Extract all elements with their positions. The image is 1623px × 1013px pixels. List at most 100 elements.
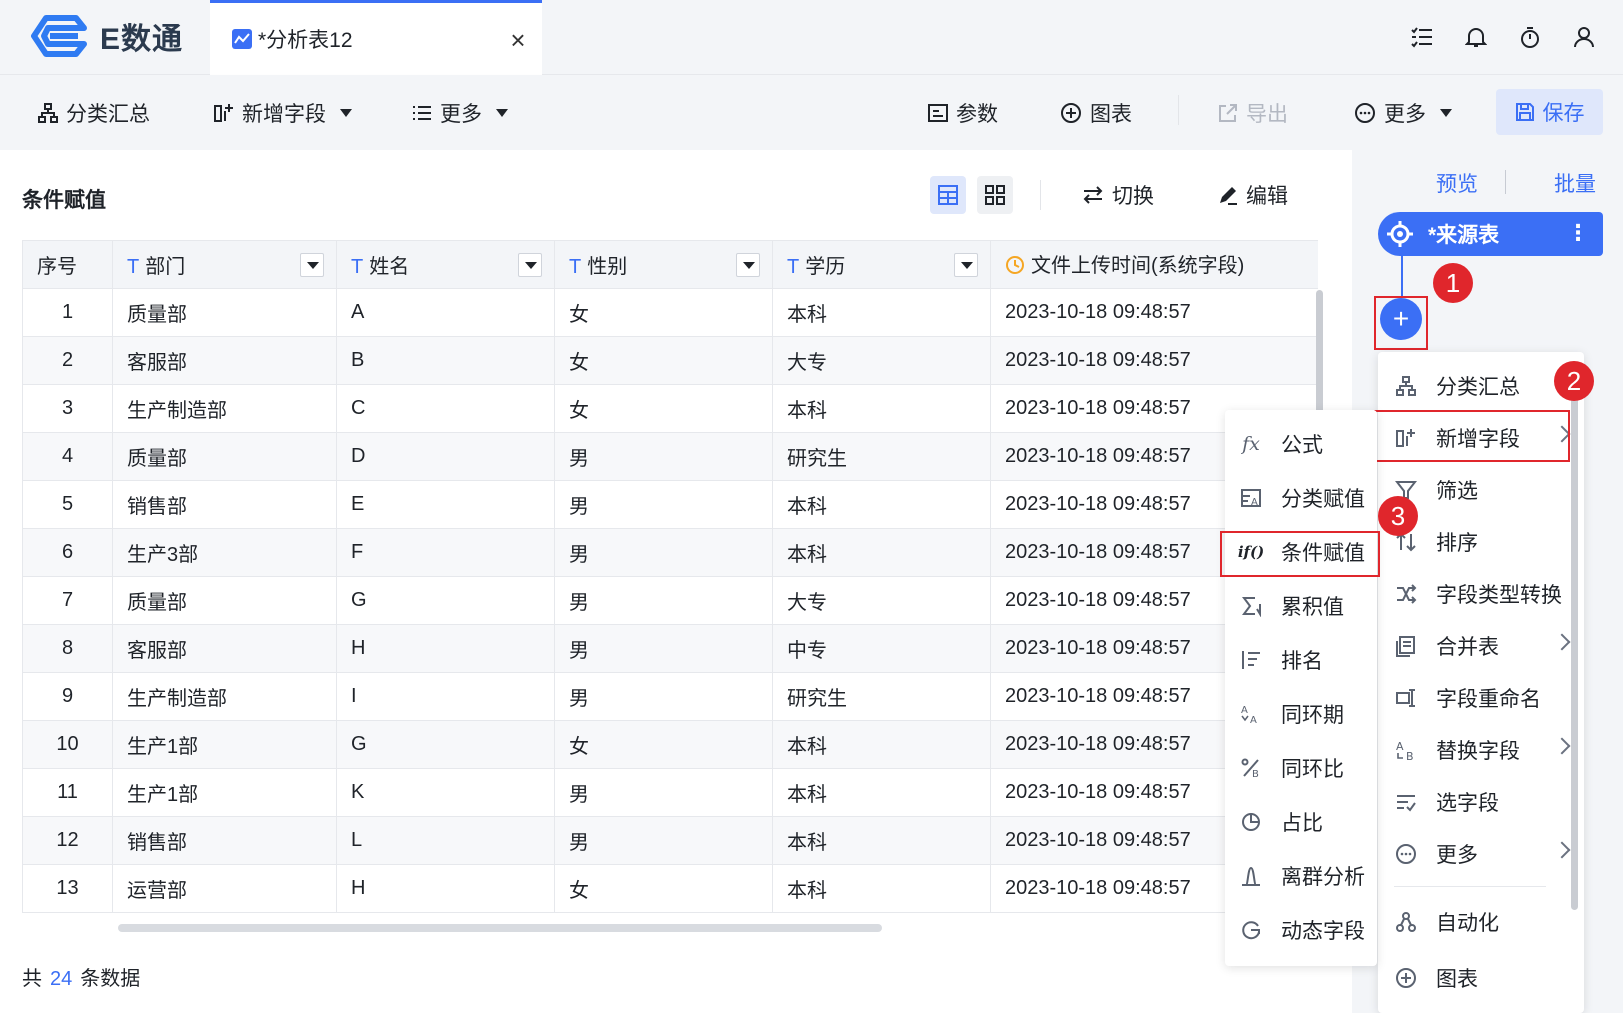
table-cell: 9	[22, 672, 113, 721]
submenu-item[interactable]: 排名	[1225, 634, 1377, 686]
params-button[interactable]: 参数	[928, 75, 998, 150]
submenu-item[interactable]: fx 公式	[1225, 418, 1377, 470]
group-summary-button[interactable]: 分类汇总	[38, 75, 150, 150]
table-cell: B	[336, 336, 555, 385]
submenu-item[interactable]: B 同环比	[1225, 742, 1377, 794]
text-type-icon: T	[569, 256, 582, 278]
automation-icon	[1394, 910, 1418, 934]
table-row[interactable]: 1 质量部 A 女本科 2023-10-18 09:48:57	[22, 288, 1318, 337]
table-row[interactable]: 8 客服部 H 男中专 2023-10-18 09:48:57	[22, 624, 1318, 673]
op-menu-item[interactable]: 自动化	[1378, 896, 1584, 948]
edit-button[interactable]: 编辑	[1218, 176, 1288, 214]
bell-icon[interactable]	[1461, 22, 1491, 52]
export-button[interactable]: 导出	[1218, 75, 1288, 150]
preview-link[interactable]: 预览	[1436, 168, 1478, 198]
divider	[1505, 170, 1506, 194]
close-icon[interactable]: ×	[504, 25, 532, 56]
table-row[interactable]: 9 生产制造部 I 男研究生 2023-10-18 09:48:57	[22, 672, 1318, 721]
chevron-right-icon	[1553, 841, 1571, 859]
logo-text: E数通	[100, 23, 184, 56]
swap-icon	[1083, 186, 1103, 204]
submenu-item[interactable]: A 分类赋值	[1225, 472, 1377, 524]
user-icon[interactable]	[1569, 22, 1599, 52]
table-row[interactable]: 7 质量部 G 男大专 2023-10-18 09:48:57	[22, 576, 1318, 625]
table-cell: 男	[554, 432, 773, 481]
submenu-item[interactable]: 动态字段	[1225, 904, 1377, 956]
table-row[interactable]: 5 销售部 E 男本科 2023-10-18 09:48:57	[22, 480, 1318, 529]
table-cell: 男	[554, 816, 773, 865]
op-menu-item[interactable]: 分类汇总	[1378, 360, 1584, 412]
switch-button[interactable]: 切换	[1082, 176, 1154, 214]
more-right-button[interactable]: 更多	[1354, 75, 1452, 150]
table-cell: L	[336, 816, 555, 865]
submenu-item-label: 排名	[1281, 650, 1323, 673]
table-cell: 男	[554, 480, 773, 529]
table-row[interactable]: 12 销售部 L 男本科 2023-10-18 09:48:57	[22, 816, 1318, 865]
table-view-button[interactable]	[930, 176, 966, 214]
op-menu-item[interactable]: 图表	[1378, 952, 1584, 1004]
chart-label: 图表	[1090, 102, 1132, 126]
column-dropdown-button[interactable]	[300, 253, 324, 277]
plus-circle-icon	[1061, 102, 1081, 123]
switch-label: 切换	[1112, 185, 1154, 208]
op-menu-item[interactable]: 字段类型转换	[1378, 568, 1584, 620]
op-menu-item-label: 分类汇总	[1436, 376, 1520, 399]
op-menu-item-label: 图表	[1436, 968, 1478, 991]
op-menu-item[interactable]: 更多	[1378, 828, 1584, 880]
vertical-dots-icon[interactable]: ⋮	[1567, 220, 1589, 246]
submenu-item[interactable]: 占比	[1225, 796, 1377, 848]
table-cell: 运营部	[112, 864, 337, 913]
table-row[interactable]: 10 生产1部 G 女本科 2023-10-18 09:48:57	[22, 720, 1318, 769]
period-compare-icon: AA	[1239, 702, 1263, 726]
column-dropdown-button[interactable]	[736, 253, 760, 277]
submenu-item[interactable]: A A 同环期	[1225, 688, 1377, 740]
table-cell: 质量部	[112, 288, 337, 337]
timer-icon[interactable]	[1515, 22, 1545, 52]
chart-button[interactable]: 图表	[1060, 75, 1132, 150]
table-cell: 大专	[772, 336, 991, 385]
column-header-upload-time[interactable]: 文件上传时间(系统字段)	[990, 240, 1318, 289]
table-cell: 质量部	[112, 432, 337, 481]
op-menu-item[interactable]: A B 替换字段	[1378, 724, 1584, 776]
save-button[interactable]: 保存	[1496, 89, 1603, 135]
menu-scrollbar[interactable]	[1571, 362, 1578, 910]
submenu-item[interactable]: 离群分析	[1225, 850, 1377, 902]
source-table-node[interactable]: *来源表 ⋮	[1378, 212, 1603, 256]
column-header-education[interactable]: T 学历	[772, 240, 991, 289]
op-menu-item-label: 字段重命名	[1436, 688, 1541, 711]
list-icon[interactable]	[1407, 22, 1437, 52]
table-row[interactable]: 11 生产1部 K 男本科 2023-10-18 09:48:57	[22, 768, 1318, 817]
edit-label: 编辑	[1246, 185, 1288, 208]
toolbar: 分类汇总 新增字段 更多 参数 图表 导出 更多 保存	[0, 75, 1623, 150]
table-row[interactable]: 3 生产制造部 C 女本科 2023-10-18 09:48:57	[22, 384, 1318, 433]
svg-text:A: A	[1251, 497, 1258, 508]
table-view-icon	[938, 185, 958, 205]
op-menu-item[interactable]: 选字段	[1378, 776, 1584, 828]
tab-analysis-table[interactable]: *分析表12 ×	[210, 0, 542, 75]
horizontal-scrollbar[interactable]	[118, 924, 882, 932]
batch-link[interactable]: 批量	[1554, 168, 1596, 198]
add-field-button[interactable]: 新增字段	[214, 75, 352, 150]
column-header-gender[interactable]: T 性别	[554, 240, 773, 289]
table-cell: 女	[554, 720, 773, 769]
column-header-index[interactable]: 序号	[22, 240, 113, 289]
table-row[interactable]: 13 运营部 H 女本科 2023-10-18 09:48:57	[22, 864, 1318, 913]
column-header-dept[interactable]: T 部门	[112, 240, 337, 289]
record-count-suffix: 条数据	[80, 968, 141, 990]
table-row[interactable]: 6 生产3部 F 男本科 2023-10-18 09:48:57	[22, 528, 1318, 577]
submenu-item[interactable]: 累积值	[1225, 580, 1377, 632]
op-menu-item[interactable]: 合并表	[1378, 620, 1584, 672]
op-menu-item[interactable]: 字段重命名	[1378, 672, 1584, 724]
text-type-icon: T	[127, 256, 140, 278]
grid-view-button[interactable]	[977, 176, 1013, 214]
shuffle-icon	[1394, 582, 1418, 606]
table-cell: 2023-10-18 09:48:57	[990, 336, 1318, 385]
table-cell: 销售部	[112, 816, 337, 865]
table-row[interactable]: 2 客服部 B 女大专 2023-10-18 09:48:57	[22, 336, 1318, 385]
column-dropdown-button[interactable]	[518, 253, 542, 277]
column-header-name[interactable]: T 姓名	[336, 240, 555, 289]
column-dropdown-button[interactable]	[954, 253, 978, 277]
formula-icon: fx	[1242, 433, 1260, 455]
table-row[interactable]: 4 质量部 D 男研究生 2023-10-18 09:48:57	[22, 432, 1318, 481]
more-left-button[interactable]: 更多	[412, 75, 508, 150]
